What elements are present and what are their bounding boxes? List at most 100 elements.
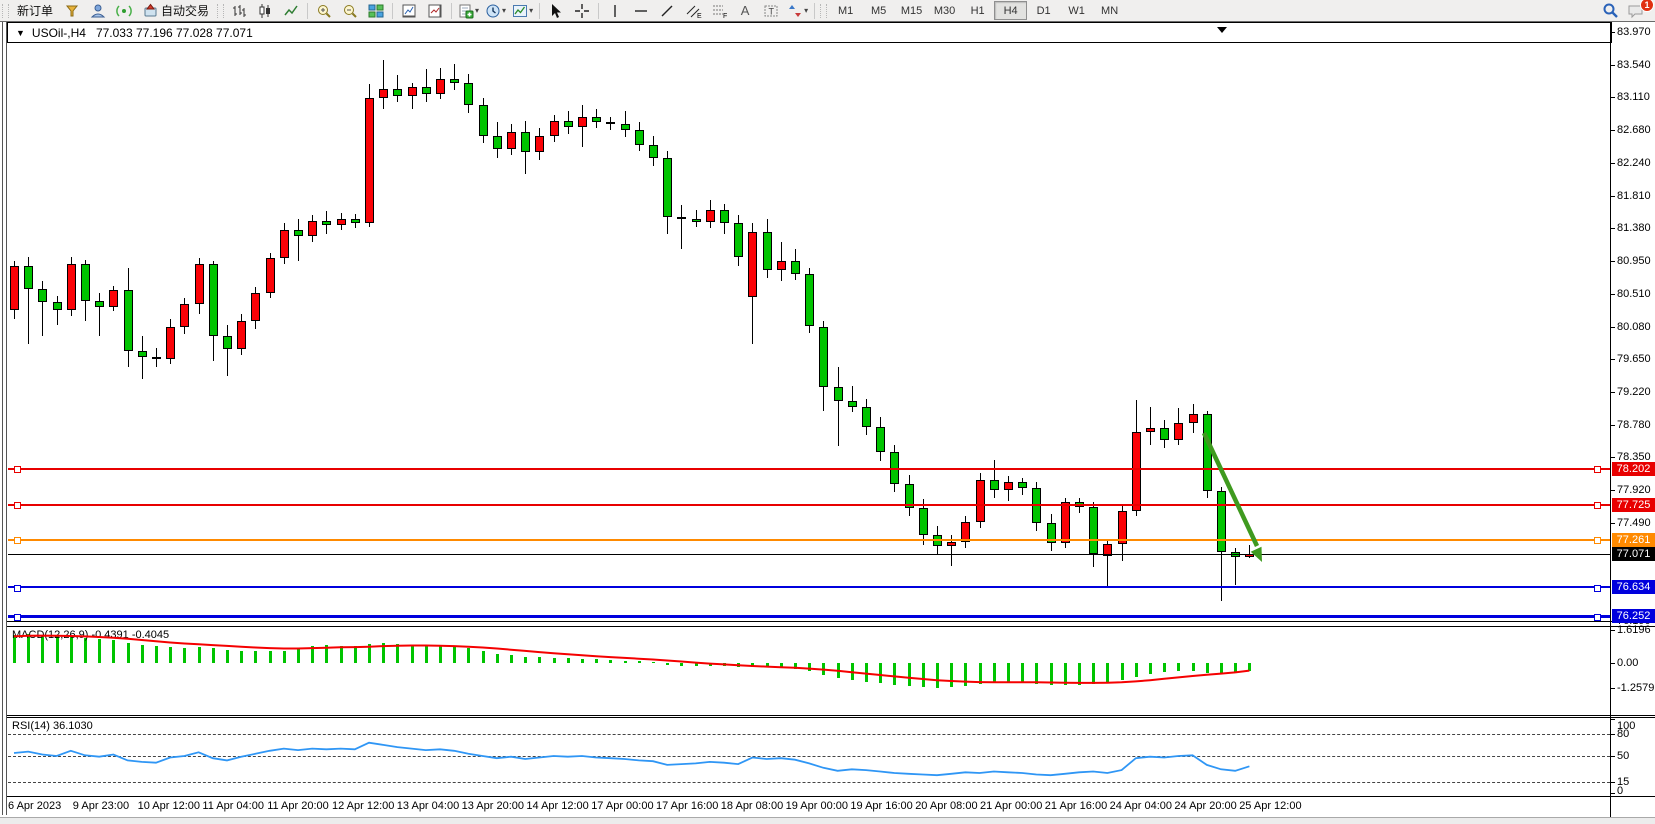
macd-histogram-bar [695,663,698,667]
horizontal-line-object[interactable] [8,586,1610,588]
line-chart-button[interactable] [278,1,304,21]
crosshair-button[interactable] [569,1,595,21]
toolbar-grip[interactable] [820,4,827,18]
line-handle[interactable] [1594,466,1601,473]
vertical-line-tool[interactable] [602,1,628,21]
equidistant-channel-tool[interactable]: E [680,1,706,21]
trendline-tool[interactable] [654,1,680,21]
accounts-button[interactable] [85,1,111,21]
line-handle[interactable] [14,537,21,544]
candlestick-button[interactable] [252,1,278,21]
templates-button[interactable]: ▾ [509,1,536,21]
timeframe-button-m15[interactable]: M15 [895,1,928,20]
indicator-windows-button[interactable] [422,1,448,21]
arrange-charts-button[interactable] [396,1,422,21]
profile-button[interactable] [59,1,85,21]
candlestick [237,321,246,349]
horizontal-line-object[interactable] [8,539,1610,541]
macd-histogram-bar [127,643,130,663]
macd-histogram-bar [581,659,584,663]
line-handle[interactable] [14,502,21,509]
auto-trading-button[interactable]: 自动交易 [137,1,215,21]
horizontal-line-object[interactable] [8,615,1610,618]
search-button[interactable] [1597,1,1623,21]
macd-histogram-bar [212,648,215,662]
new-chart-button[interactable]: ▾ [455,1,482,21]
line-handle[interactable] [1594,537,1601,544]
price-tick [1610,261,1615,262]
line-handle[interactable] [14,585,21,592]
candlestick [1061,502,1070,543]
macd-histogram-bar [183,648,186,663]
timeframe-button-m30[interactable]: M30 [928,1,961,20]
timeframe-button-m1[interactable]: M1 [829,1,862,20]
macd-tick-label: -1.2579 [1617,682,1654,694]
candle-wick [99,293,100,336]
macd-histogram-bar [936,663,939,688]
pane-divider[interactable] [7,796,1655,797]
candlestick [109,290,118,307]
chart-shift-marker-icon[interactable] [1217,27,1227,33]
notifications-button[interactable]: 1 [1623,1,1649,21]
shapes-tool[interactable]: ▾ [784,1,811,21]
candlestick [322,221,331,226]
pane-divider[interactable] [7,626,1655,627]
timeframe-button-w1[interactable]: W1 [1060,1,1093,20]
horizontal-line-tool[interactable] [628,1,654,21]
vertical-line-icon [607,3,623,19]
candlestick [53,302,62,310]
timeframe-button-h1[interactable]: H1 [961,1,994,20]
fibonacci-tool[interactable]: F [706,1,732,21]
chevron-down-icon: ▾ [529,6,533,15]
line-handle[interactable] [1594,585,1601,592]
candlestick [805,274,814,327]
cursor-button[interactable] [543,1,569,21]
line-handle[interactable] [1594,614,1601,621]
pane-divider[interactable] [7,717,1655,718]
timeframe-button-mn[interactable]: MN [1093,1,1126,20]
price-tick [1610,425,1615,426]
zoom-out-button[interactable] [337,1,363,21]
candlestick [535,136,544,153]
candlestick [337,219,346,225]
price-line-badge: 77.725 [1612,498,1655,512]
candlestick [436,79,445,94]
periods-button[interactable]: ▾ [482,1,509,21]
macd-histogram-bar [964,663,967,686]
pane-divider[interactable] [7,621,1655,622]
main-toolbar: 新订单 自动交易 [0,0,1655,22]
tile-windows-button[interactable] [363,1,389,21]
rsi-level-line [8,756,1610,757]
timeframe-button-m5[interactable]: M5 [862,1,895,20]
templates-icon [512,3,528,19]
candlestick [38,289,47,303]
text-tool[interactable]: A [732,1,758,21]
macd-histogram-bar [482,651,485,663]
line-handle[interactable] [1594,502,1601,509]
candlestick [422,87,431,95]
zoom-in-button[interactable] [311,1,337,21]
macd-histogram-bar [609,660,612,663]
new-order-button[interactable]: 新订单 [11,1,59,21]
timeframe-button-h4[interactable]: H4 [994,1,1027,20]
macd-histogram-bar [879,663,882,684]
text-label-tool[interactable]: T [758,1,784,21]
bar-chart-button[interactable] [226,1,252,21]
horizontal-line-object[interactable] [8,468,1610,470]
signals-button[interactable] [111,1,137,21]
horizontal-line-object[interactable] [8,504,1610,506]
status-strip [0,817,1655,824]
candlestick [308,221,317,236]
macd-histogram-bar [652,662,655,663]
macd-tick-label: 1.6196 [1617,624,1651,636]
candle-wick [681,205,682,249]
line-handle[interactable] [14,614,21,621]
rsi-level-line [8,734,1610,735]
candle-wick [298,219,299,261]
toolbar-grip[interactable] [217,4,224,18]
pane-divider[interactable] [7,715,1655,716]
timeframe-button-d1[interactable]: D1 [1027,1,1060,20]
line-handle[interactable] [14,466,21,473]
toolbar-grip[interactable] [2,4,9,18]
price-line-badge: 77.261 [1612,533,1655,547]
